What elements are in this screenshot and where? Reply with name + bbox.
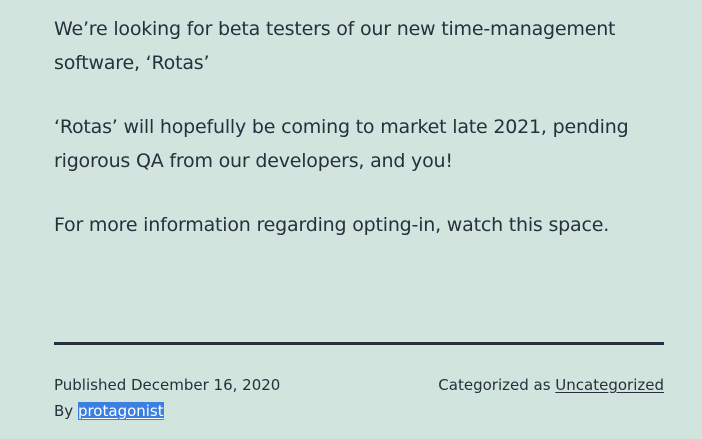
footer-divider (54, 342, 664, 345)
post-meta-right: Categorized as Uncategorized (438, 372, 664, 398)
post-meta-left: Published December 16, 2020 By protagoni… (54, 372, 280, 424)
by-label: By (54, 402, 74, 420)
post-content: We’re looking for beta testers of our ne… (54, 12, 664, 242)
posted-on: Published December 16, 2020 (54, 372, 280, 398)
post-paragraph: For more information regarding opting-in… (54, 214, 610, 236)
published-label: Published (54, 376, 127, 394)
post-paragraph: ‘Rotas’ will hopefully be coming to mark… (54, 116, 629, 172)
byline: By protagonist (54, 398, 280, 424)
category-link[interactable]: Uncategorized (555, 376, 664, 394)
categorized-label: Categorized as (438, 376, 551, 394)
post-paragraph: We’re looking for beta testers of our ne… (54, 18, 616, 74)
published-date: December 16, 2020 (131, 376, 281, 394)
author-link[interactable]: protagonist (77, 402, 164, 420)
post-meta: Published December 16, 2020 By protagoni… (54, 372, 664, 424)
